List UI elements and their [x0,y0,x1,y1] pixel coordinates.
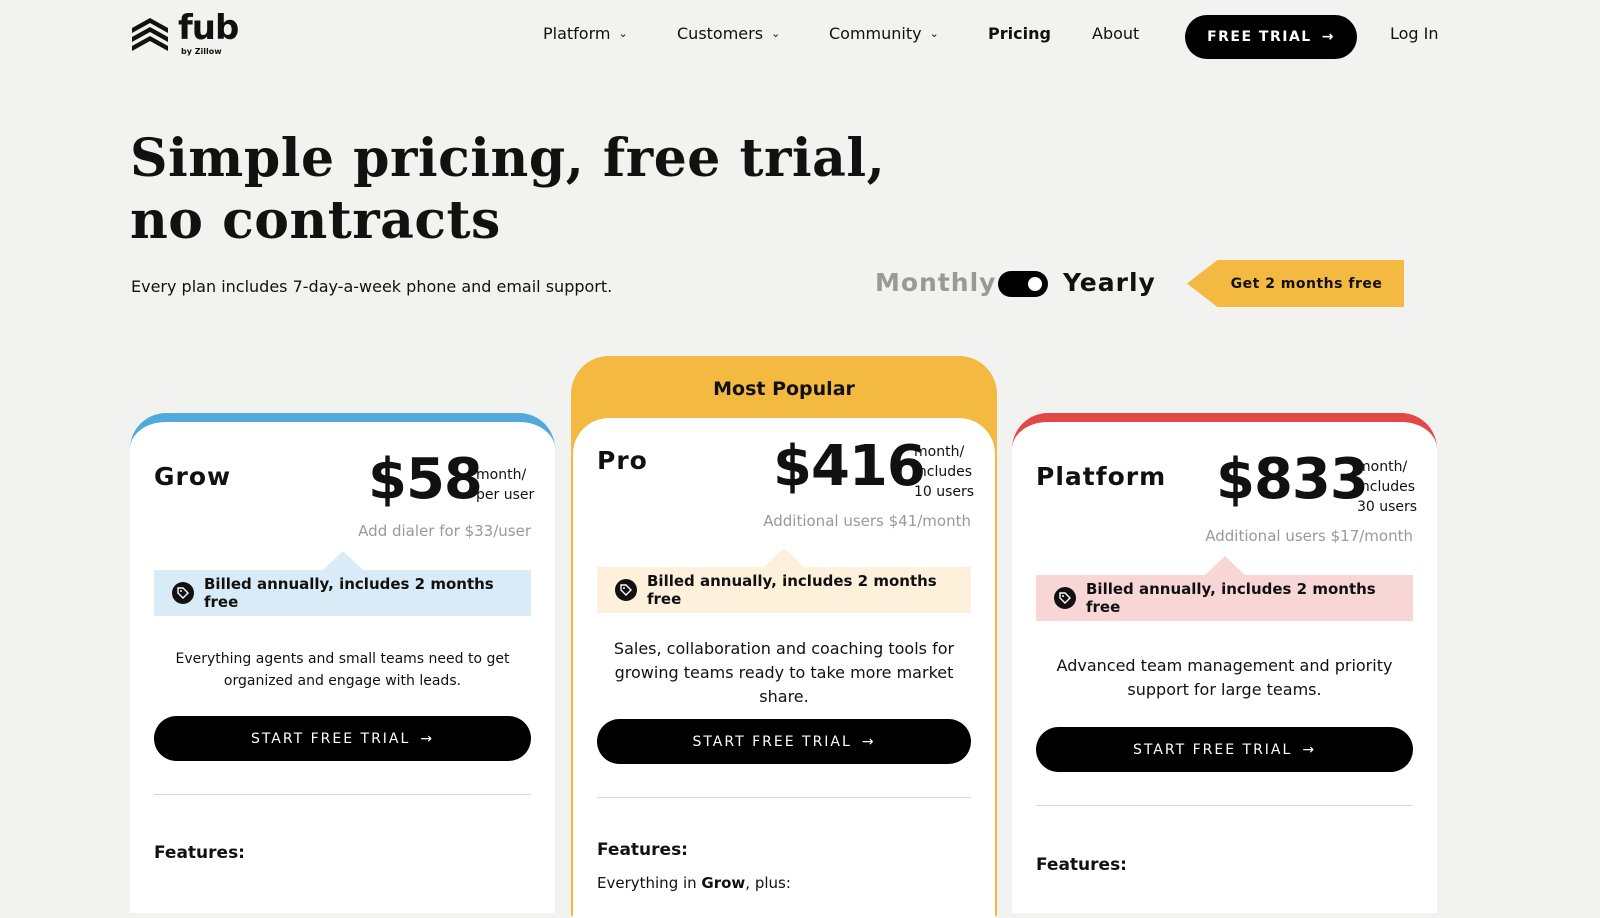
divider [1036,805,1413,806]
price-tag-icon [1054,587,1076,609]
free-trial-button[interactable]: FREE TRIAL → [1185,15,1357,59]
billing-toggle-switch[interactable] [998,271,1048,297]
plan-card-pro-wrapper: Most Popular Pro $416 month/ includes 10… [571,356,997,918]
plan-description: Sales, collaboration and coaching tools … [613,639,955,706]
plan-card-platform: Platform $833 month/ includes 30 users A… [1012,413,1437,913]
plan-name: Platform [1036,462,1167,491]
toggle-knob [1028,277,1042,291]
price-unit-line: per user [476,487,535,503]
price-unit-line: month/ [1357,459,1408,475]
billed-annually-banner: Billed annually, includes 2 months free [154,551,531,616]
start-free-trial-label: START FREE TRIAL [1132,741,1293,758]
nav-customers[interactable]: Customers ⌄ [677,24,780,43]
start-free-trial-label: START FREE TRIAL [692,733,852,750]
divider [597,797,971,798]
billed-annually-text: Billed annually, includes 2 months free [204,575,494,611]
nav-about[interactable]: About [1092,24,1139,43]
nav-customers-label: Customers [677,24,764,43]
chevron-down-icon: ⌄ [771,27,781,40]
plan-name: Pro [597,446,648,475]
arrow-right-icon: → [861,733,876,750]
plan-price-note: Add dialer for $33/user [358,522,531,540]
nav-platform[interactable]: Platform ⌄ [543,24,628,43]
billed-annually-banner: Billed annually, includes 2 months free [597,548,971,613]
features-intro: Everything in Grow, plus: [597,874,791,892]
billed-annually-text: Billed annually, includes 2 months free [1086,580,1376,616]
plan-price-unit: month/ per user [476,465,534,505]
arrow-right-icon: → [1321,29,1335,45]
features-heading: Features: [597,840,688,860]
nav-community[interactable]: Community ⌄ [829,24,939,43]
features-heading: Features: [1036,855,1127,875]
plan-price-unit: month/ includes 30 users [1357,457,1417,517]
fub-logo-mark-icon [132,18,168,51]
price-unit-line: includes [914,464,973,480]
billing-toggle-yearly[interactable]: Yearly [1063,268,1156,297]
price-unit-line: 30 users [1357,499,1418,515]
billed-annually-banner: Billed annually, includes 2 months free [1036,556,1413,621]
plan-description: Everything agents and small teams need t… [175,651,510,689]
price-unit-line: month/ [476,467,527,483]
chevron-down-icon: ⌄ [929,27,939,40]
billed-annually-text: Billed annually, includes 2 months free [647,572,937,608]
nav-community-label: Community [829,24,922,43]
billing-toggle-monthly[interactable]: Monthly [875,268,996,297]
price-unit-line: 10 users [914,484,975,500]
plan-name: Grow [154,462,232,491]
plan-price: $58 [368,447,483,512]
price-tag-icon [615,579,637,601]
nav-platform-label: Platform [543,24,611,43]
start-free-trial-button[interactable]: START FREE TRIAL → [1036,727,1413,772]
features-intro-post: , plus: [745,874,791,892]
plan-price-note: Additional users $17/month [1205,527,1413,545]
free-trial-button-label: FREE TRIAL [1207,29,1312,45]
features-intro-pre: Everything in [597,874,702,892]
features-intro-plan: Grow [701,874,746,892]
arrow-right-icon: → [420,730,435,747]
plan-description: Advanced team management and priority su… [1056,656,1393,699]
price-unit-line: includes [1357,479,1416,495]
nav-pricing-label: Pricing [988,24,1051,43]
start-free-trial-button[interactable]: START FREE TRIAL → [597,719,971,764]
plan-price: $833 [1216,447,1369,512]
start-free-trial-button[interactable]: START FREE TRIAL → [154,716,531,761]
divider [154,794,531,795]
promo-badge: Get 2 months free [1187,260,1404,307]
most-popular-badge: Most Popular [713,378,855,400]
page-subtitle: Every plan includes 7-day-a-week phone a… [131,277,613,296]
arrow-right-icon: → [1302,741,1317,758]
price-unit-line: month/ [914,444,965,460]
plan-card-grow: Grow $58 month/ per user Add dialer for … [130,413,555,913]
page-title-line1: Simple pricing, free trial, [130,128,886,189]
logo-subtitle: by Zillow [181,47,222,56]
nav-pricing[interactable]: Pricing [988,24,1051,43]
start-free-trial-label: START FREE TRIAL [250,730,411,747]
plan-price-note: Additional users $41/month [763,512,971,530]
page-title: Simple pricing, free trial, no contracts [130,128,890,252]
page-title-line2: no contracts [130,190,501,251]
chevron-down-icon: ⌄ [618,27,628,40]
login-link[interactable]: Log In [1390,24,1439,43]
features-heading: Features: [154,843,245,863]
fub-logo[interactable]: fub by Zillow [130,8,240,60]
nav-about-label: About [1092,24,1140,43]
plan-price-unit: month/ includes 10 users [914,442,974,502]
price-tag-icon [172,582,194,604]
plan-card-pro: Pro $416 month/ includes 10 users Additi… [573,418,995,918]
plan-price: $416 [773,434,926,499]
logo-wordmark: fub [178,8,239,48]
